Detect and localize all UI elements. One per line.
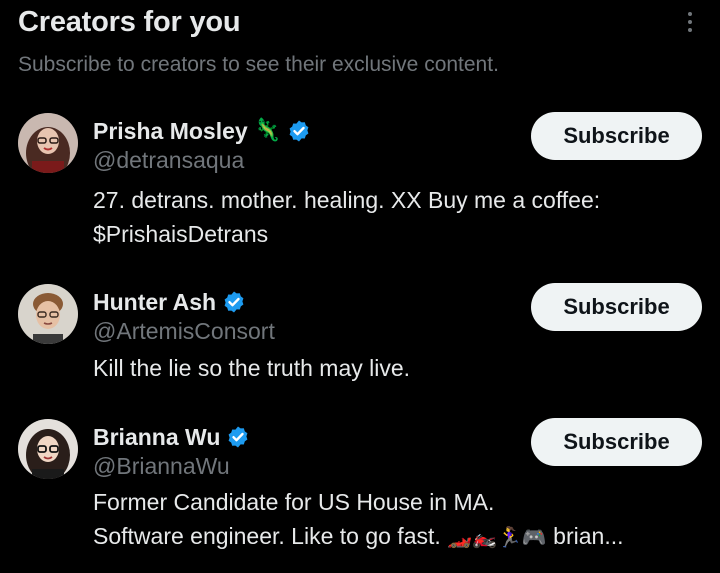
bio-line: Former Candidate for US House in MA.: [93, 489, 495, 515]
subscribe-button[interactable]: Subscribe: [531, 112, 702, 160]
avatar[interactable]: [18, 419, 78, 479]
bio-emojis: 🏎️🏍️🏃‍♀️🎮: [447, 525, 547, 549]
section-subtitle: Subscribe to creators to see their exclu…: [18, 53, 499, 76]
avatar[interactable]: [18, 113, 78, 173]
verified-badge-icon: [228, 426, 248, 448]
more-options-icon[interactable]: [680, 10, 700, 34]
creator-handle[interactable]: @detransaqua: [93, 147, 244, 174]
bio-line: 27. detrans. mother. healing. XX Buy me …: [93, 187, 601, 213]
avatar[interactable]: [18, 284, 78, 344]
creator-name[interactable]: Hunter Ash: [93, 289, 216, 316]
bio-line-2: Software engineer. Like to go fast. 🏎️🏍️…: [93, 519, 703, 554]
bio-line: Kill the lie so the truth may live.: [93, 355, 411, 381]
verified-badge-icon: [289, 120, 309, 142]
creator-bio: Kill the lie so the truth may live.: [93, 351, 703, 385]
bio-text: Software engineer. Like to go fast.: [93, 523, 448, 549]
creator-name[interactable]: Prisha Mosley: [93, 118, 248, 145]
subscribe-button[interactable]: Subscribe: [531, 283, 702, 331]
creator-handle[interactable]: @BriannaWu: [93, 453, 230, 480]
creators-for-you-panel: Creators for you Subscribe to creators t…: [0, 0, 720, 573]
subscribe-button[interactable]: Subscribe: [531, 418, 702, 466]
creator-handle[interactable]: @ArtemisConsort: [93, 318, 275, 345]
creator-name[interactable]: Brianna Wu: [93, 424, 220, 451]
creator-bio: Former Candidate for US House in MA. Sof…: [93, 485, 703, 554]
bio-link-truncated[interactable]: brian...: [547, 523, 623, 549]
section-title: Creators for you: [18, 6, 241, 38]
verified-badge-icon: [224, 291, 244, 313]
lizard-emoji: 🦎: [253, 118, 282, 143]
bio-line: $PrishaisDetrans: [93, 221, 269, 247]
creator-bio: 27. detrans. mother. healing. XX Buy me …: [93, 183, 703, 251]
